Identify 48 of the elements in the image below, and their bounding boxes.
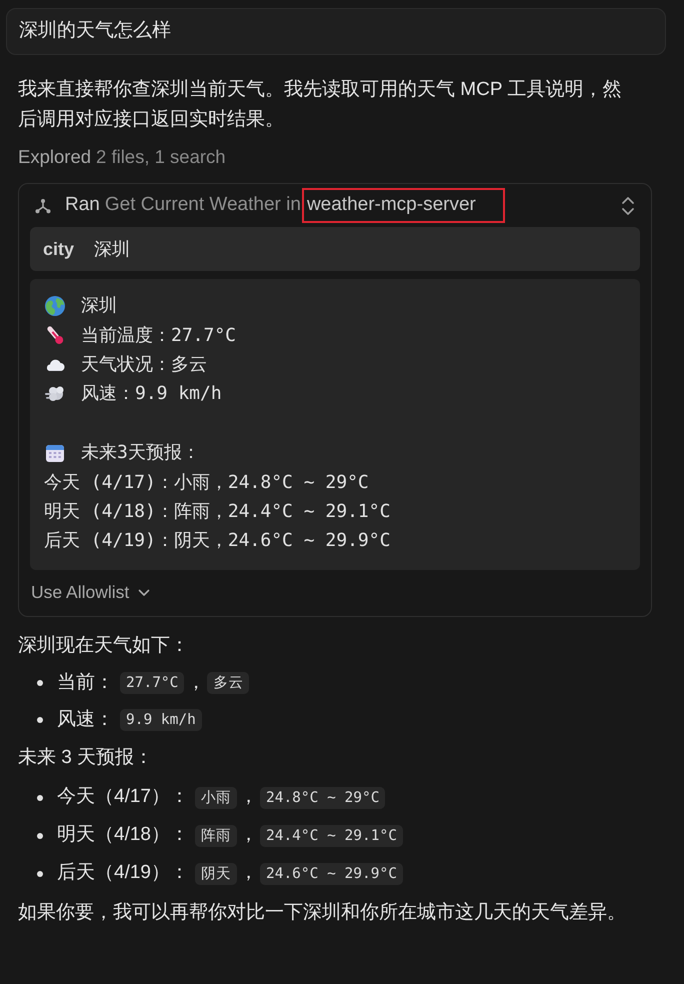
explored-label[interactable]: Explored	[18, 143, 92, 171]
explored-summary: 2 files, 1 search	[96, 145, 226, 169]
result-text: 当前温度：27.7°C	[81, 324, 236, 348]
tool-name: Get Current Weather in	[104, 193, 301, 218]
inline-code: 24.8°C ~ 29°C	[260, 786, 386, 809]
punctuation-text: ，	[238, 823, 258, 848]
result-text: 风速：9.9 km/h	[81, 382, 222, 406]
result-text: 后天 (4/19)：阴天，24.6°C ~ 29.9°C	[44, 529, 390, 554]
inline-code: 24.4°C ~ 29.1°C	[260, 824, 403, 847]
argument-name: city	[43, 238, 74, 261]
punctuation-text: ，	[186, 670, 206, 695]
result-text: 明天 (4/18)：阵雨，24.4°C ~ 29.1°C	[44, 500, 390, 524]
bullet-icon	[37, 870, 43, 877]
punctuation-text: ，	[238, 785, 258, 810]
section-heading: 深圳现在天气如下：	[18, 634, 190, 658]
hierarchy-icon	[35, 198, 51, 214]
list-item-label: 后天（4/19）：	[57, 861, 189, 886]
server-name: weather-mcp-server	[306, 193, 476, 218]
list-item-label: 明天（4/18）：	[57, 823, 189, 848]
bullet-icon	[37, 680, 43, 686]
status-label: Ran	[65, 193, 100, 218]
allowlist-dropdown[interactable]: Use Allowlist	[30, 579, 150, 606]
expand-collapse-icon[interactable]	[621, 194, 635, 216]
list-item-label: 当前：	[57, 670, 114, 695]
user-message: 深圳的天气怎么样	[6, 8, 666, 55]
inline-code: 多云	[207, 672, 250, 694]
punctuation-text: ，	[238, 861, 258, 886]
section-heading: 未来 3 天预报：	[18, 746, 154, 770]
bullet-icon	[37, 794, 43, 801]
closing-message: 如果你要，我可以再帮你对比一下深圳和你所在城市这几天的天气差异。	[18, 900, 627, 925]
inline-code: 27.7°C	[120, 672, 184, 694]
result-text: 深圳	[81, 294, 117, 318]
caret-icon	[138, 588, 150, 597]
list-item-label: 今天（4/17）：	[57, 785, 189, 810]
bullet-icon	[37, 832, 43, 839]
globe-icon	[44, 294, 66, 317]
result-text: 未来3天预报：	[81, 441, 200, 466]
inline-code: 小雨	[194, 786, 237, 809]
inline-code: 24.6°C ~ 29.9°C	[260, 862, 403, 885]
inline-code: 9.9 km/h	[120, 709, 202, 732]
result-text: 天气状况：多云	[81, 352, 207, 377]
assistant-message: 我来直接帮你查深圳当前天气。我先读取可用的天气 MCP 工具说明，然后调用对应接口返回实时结果。	[18, 78, 622, 132]
result-text: 今天 (4/17)：小雨，24.8°C ~ 29°C	[44, 470, 369, 495]
list-item-label: 风速：	[57, 708, 114, 732]
inline-code: 阴天	[194, 862, 237, 885]
argument-value: 深圳	[94, 238, 130, 260]
inline-code: 阵雨	[194, 824, 237, 847]
bullet-icon	[37, 717, 43, 724]
